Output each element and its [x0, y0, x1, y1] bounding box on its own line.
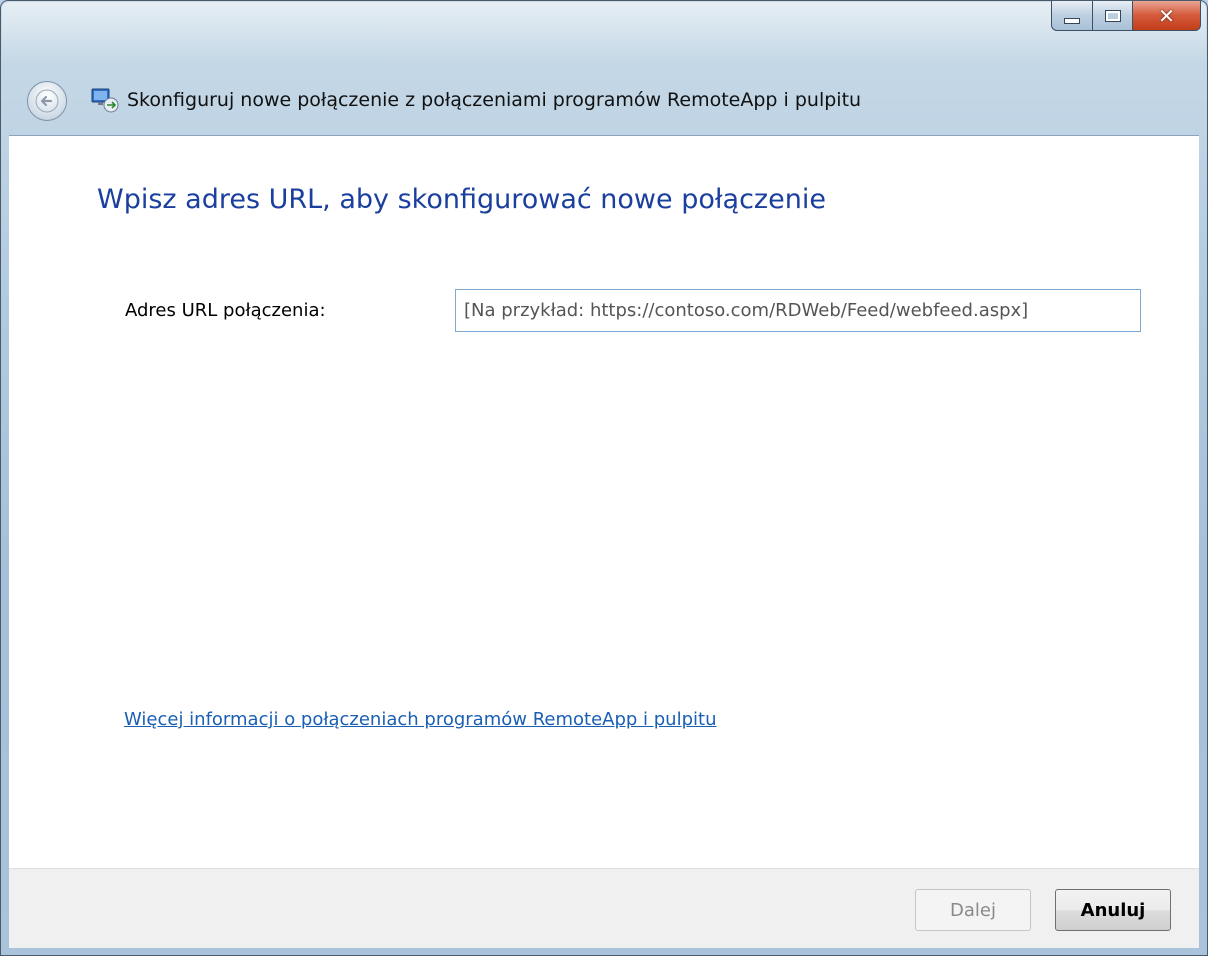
maximize-icon [1105, 10, 1120, 21]
close-button[interactable]: ✕ [1133, 1, 1201, 31]
wizard-content: Wpisz adres URL, aby skonfigurować nowe … [9, 135, 1199, 868]
next-button[interactable]: Dalej [915, 889, 1031, 931]
wizard-window: ✕ Skonfiguruj nowe połączenie z połączen… [0, 0, 1208, 956]
maximize-button[interactable] [1093, 1, 1133, 31]
cancel-button[interactable]: Anuluj [1055, 889, 1171, 931]
minimize-icon [1064, 17, 1080, 24]
back-arrow-icon [35, 89, 59, 113]
more-info-link[interactable]: Więcej informacji o połączeniach program… [124, 706, 764, 734]
url-label: Adres URL połączenia: [125, 300, 326, 321]
url-input[interactable] [455, 289, 1141, 332]
minimize-button[interactable] [1051, 1, 1093, 31]
caption-buttons: ✕ [1051, 1, 1201, 31]
page-heading: Wpisz adres URL, aby skonfigurować nowe … [97, 184, 826, 215]
title-bar[interactable] [2, 2, 1206, 62]
close-icon: ✕ [1158, 3, 1175, 28]
wizard-footer: Dalej Anuluj [9, 868, 1199, 948]
window-title: Skonfiguruj nowe połączenie z połączenia… [127, 89, 862, 111]
back-button[interactable] [27, 81, 67, 121]
remoteapp-icon [91, 88, 119, 113]
